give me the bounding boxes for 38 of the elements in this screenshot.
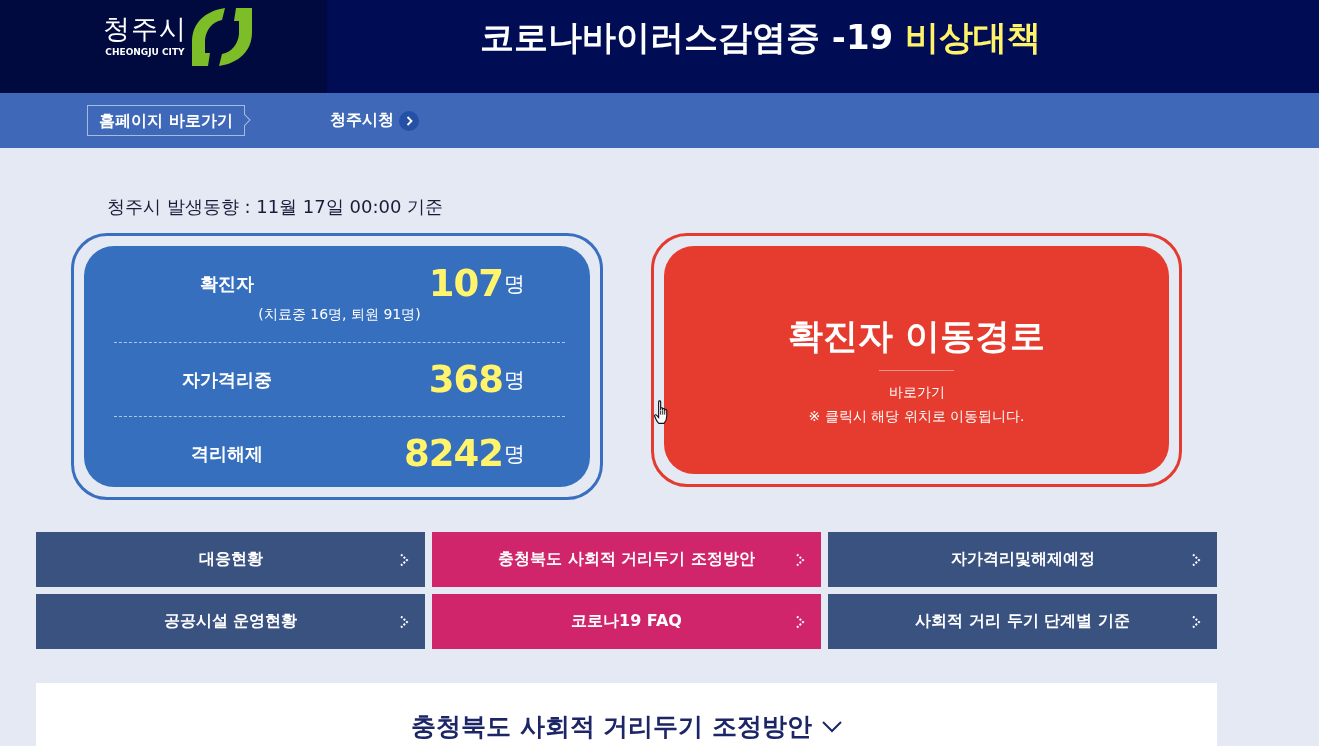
status-text: 청주시 발생동향 : 11월 17일 00:00 기준 — [107, 196, 444, 218]
page-title: 코로나바이러스감염증 -19 — [480, 16, 894, 59]
menu-button[interactable]: 충청북도 사회적 거리두기 조정방안 — [432, 532, 821, 587]
stat-label: 자가격리중 — [182, 367, 272, 392]
stat-number: 107 — [428, 264, 503, 304]
menu-button[interactable]: 대응현황 — [36, 532, 425, 587]
logo-text: 청주시 — [103, 12, 187, 46]
chevron-down-icon — [822, 721, 843, 733]
chevron-right-icon — [399, 552, 409, 567]
stat-note: (치료중 16명, 퇴원 91명) — [258, 305, 421, 324]
menu-button[interactable]: 사회적 거리 두기 단계별 기준 — [828, 594, 1217, 649]
chevron-right-icon — [1191, 552, 1201, 567]
chevron-right-icon — [399, 614, 409, 629]
chevron-right-icon — [795, 552, 805, 567]
homepage-link[interactable]: 홈페이지 바로가기 — [87, 105, 251, 136]
stat-unit: 명 — [504, 272, 525, 296]
chevron-right-icon — [1191, 614, 1201, 629]
section-title: 충청북도 사회적 거리두기 조정방안 — [410, 712, 813, 742]
stat-number: 8242 — [404, 434, 503, 474]
logo-icon — [192, 8, 252, 66]
stat-label: 확진자 — [200, 272, 254, 296]
stat-unit: 명 — [504, 367, 525, 392]
menu-button[interactable]: 코로나19 FAQ — [432, 594, 821, 649]
route-title: 확진자 이동경로 — [787, 315, 1046, 358]
logo-subtext: CHEONGJU CITY — [105, 46, 185, 58]
stat-number: 368 — [428, 359, 503, 400]
shortcut-text: 바로가기 — [888, 383, 945, 402]
chevron-right-icon — [795, 614, 805, 629]
hand-cursor-icon — [654, 400, 668, 424]
route-note: ※ 클릭시 해당 위치로 이동됩니다. — [808, 407, 1025, 426]
stat-unit: 명 — [504, 442, 525, 466]
stat-label: 격리해제 — [191, 442, 263, 466]
menu-button[interactable]: 자가격리및해제예정 — [828, 532, 1217, 587]
site-link[interactable]: 청주시청 — [329, 110, 419, 131]
page-title-highlight: 비상대책 — [905, 16, 1042, 59]
menu-button[interactable]: 공공시설 운영현황 — [36, 594, 425, 649]
chevron-right-icon — [398, 110, 419, 131]
route-card[interactable]: 확진자 이동경로 바로가기 ※ 클릭시 해당 위치로 이동됩니다. — [664, 246, 1169, 474]
